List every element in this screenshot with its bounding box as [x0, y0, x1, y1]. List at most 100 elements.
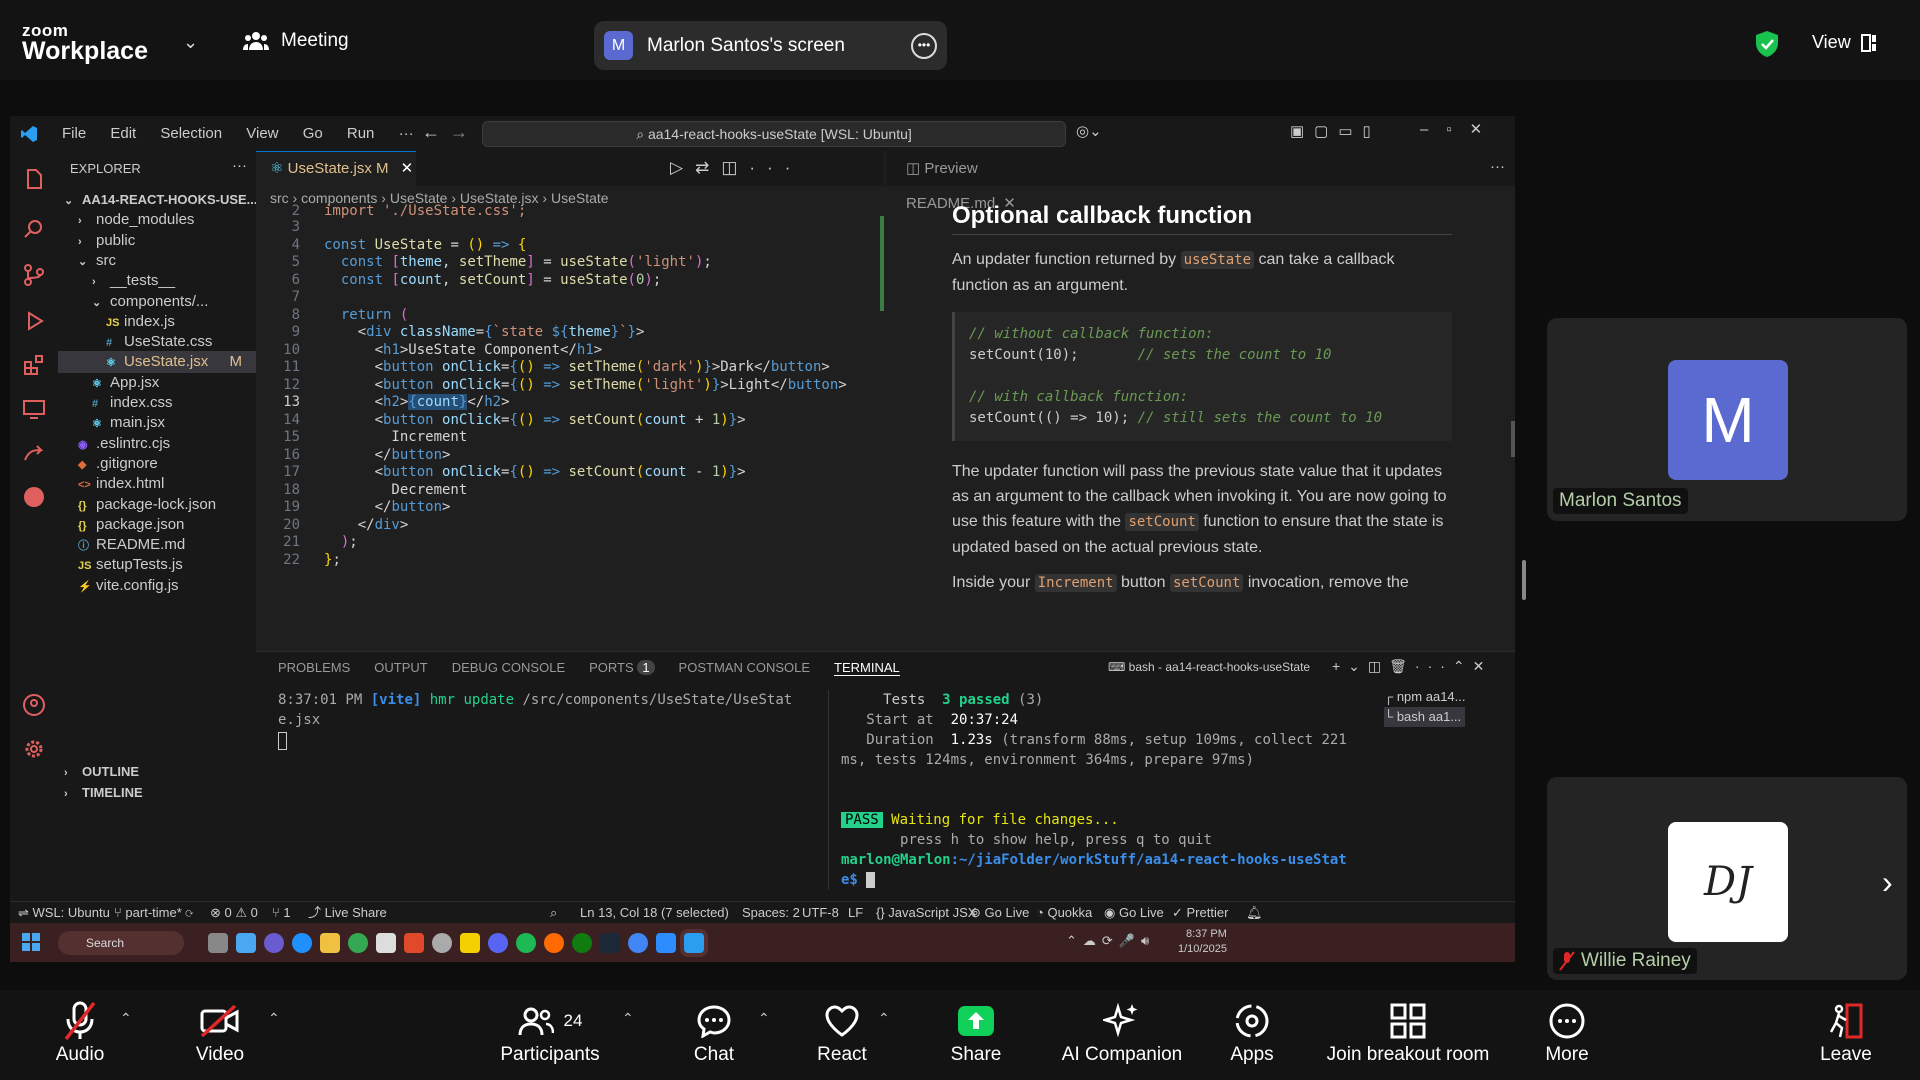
chrome-icon[interactable]: [348, 933, 368, 953]
brave-icon[interactable]: [544, 933, 564, 953]
file-tree-item[interactable]: {} package.json: [58, 514, 256, 536]
file-tree-item[interactable]: ⚡ vite.config.js: [58, 575, 256, 597]
store-icon[interactable]: [376, 933, 396, 953]
menu-more[interactable]: ···: [399, 125, 414, 142]
clock[interactable]: 8:37 PM 1/10/2025: [1178, 927, 1227, 957]
go-live-button-2[interactable]: ◉ Go Live: [1104, 902, 1164, 924]
spotify-icon[interactable]: [516, 933, 536, 953]
terminal-list-item[interactable]: ┌ npm aa14...: [1384, 687, 1465, 707]
audio-options-caret-icon[interactable]: ⌃: [120, 1010, 132, 1027]
react-options-caret-icon[interactable]: ⌃: [878, 1010, 890, 1027]
file-tree-item[interactable]: JS setupTests.js: [58, 554, 256, 576]
react-button[interactable]: React: [802, 998, 882, 1066]
teams-icon[interactable]: [264, 933, 284, 953]
terminal-vite-output[interactable]: 8:37:01 PM [vite] hmr update /src/compon…: [278, 690, 798, 750]
terminal-actions-icon[interactable]: +⌄◫🗑···⌃✕: [1332, 658, 1492, 675]
branch-indicator[interactable]: ⑂ part-time* ⟳: [114, 902, 193, 924]
close-icon[interactable]: ✕: [401, 160, 414, 177]
copilot-icon[interactable]: ◎⌄: [1076, 122, 1102, 140]
menu-go[interactable]: Go: [303, 125, 323, 142]
file-tree-item[interactable]: ⌄ AA14-REACT-HOOKS-USE...: [58, 189, 258, 211]
menu-selection[interactable]: Selection: [160, 125, 222, 142]
chat-button[interactable]: Chat: [674, 998, 754, 1066]
task-view-icon[interactable]: [208, 933, 228, 953]
taskbar-search[interactable]: Search: [58, 931, 184, 955]
menu-file[interactable]: File: [62, 125, 86, 142]
settings-icon[interactable]: [432, 933, 452, 953]
video-options-caret-icon[interactable]: ⌃: [268, 1010, 280, 1027]
prettier-button[interactable]: ✓ Prettier: [1172, 902, 1228, 924]
file-tree-item[interactable]: # UseState.css: [58, 331, 256, 353]
postman-icon[interactable]: [22, 485, 46, 509]
tab-ports[interactable]: PORTS 1: [589, 660, 655, 676]
vscode-app-icon[interactable]: [684, 933, 704, 953]
back-arrow-icon[interactable]: ←: [422, 122, 440, 143]
more-actions-icon[interactable]: ···: [232, 157, 247, 174]
security-shield-icon[interactable]: [1754, 30, 1780, 58]
tab-preview-readme[interactable]: ◫ Preview README.md ✕: [886, 151, 1046, 212]
more-button[interactable]: More: [1527, 998, 1607, 1066]
zoom-workplace-logo[interactable]: zoom Workplace: [22, 22, 148, 64]
search-icon[interactable]: [22, 217, 46, 241]
bell-icon[interactable]: 🔔︎: [1246, 902, 1263, 924]
terminal-list-item[interactable]: └ bash aa1...: [1384, 707, 1466, 727]
ports-indicator[interactable]: ⑂ 1: [272, 902, 291, 924]
sticky-notes-icon[interactable]: [460, 933, 480, 953]
problems-indicator[interactable]: ⊗ 0 ⚠ 0: [210, 902, 258, 924]
source-control-icon[interactable]: [22, 263, 46, 287]
chevron-down-icon[interactable]: ⌄: [183, 32, 198, 53]
xbox-icon[interactable]: [572, 933, 592, 953]
zoom-app-icon[interactable]: [656, 933, 676, 953]
widgets-icon[interactable]: [236, 933, 256, 953]
meeting-menu[interactable]: Meeting: [243, 30, 349, 52]
gear-icon[interactable]: [22, 737, 46, 761]
share-button[interactable]: Share: [936, 998, 1016, 1066]
app-icon[interactable]: [404, 933, 424, 953]
system-tray-icon[interactable]: ⌃☁⟳🎤🔊︎: [1066, 933, 1155, 949]
file-tree-item[interactable]: ⚛ App.jsx: [58, 372, 256, 394]
menu-run[interactable]: Run: [347, 125, 375, 142]
chat-options-caret-icon[interactable]: ⌃: [758, 1010, 770, 1027]
file-tree-item[interactable]: ◉ .eslintrc.cjs: [58, 433, 256, 455]
ai-companion-button[interactable]: AI Companion: [1060, 998, 1184, 1066]
file-tree-item[interactable]: › public: [58, 230, 256, 252]
participants-button[interactable]: 24 Participants: [490, 998, 610, 1066]
language-mode[interactable]: {} JavaScript JSX: [876, 902, 976, 924]
layout-controls-icon[interactable]: ▣▢▭▯: [1290, 122, 1381, 140]
tab-postman-console[interactable]: POSTMAN CONSOLE: [679, 660, 810, 676]
file-tree-item[interactable]: ⌄ components/...: [58, 291, 256, 313]
run-debug-icon[interactable]: [22, 309, 46, 333]
window-controls-icon[interactable]: –▫✕: [1420, 120, 1500, 138]
discord-icon[interactable]: [488, 933, 508, 953]
terminal-title[interactable]: ⌨ bash - aa14-react-hooks-useState: [1108, 660, 1310, 674]
remote-explorer-icon[interactable]: [22, 397, 46, 421]
quokka-button[interactable]: ◔ Quokka: [1036, 902, 1092, 924]
file-tree-item[interactable]: ⚛ UseState.jsx M: [58, 351, 256, 374]
terminal-test-output[interactable]: Tests 3 passed (3) Start at 20:37:24 Dur…: [841, 690, 1371, 890]
menu-view[interactable]: View: [246, 125, 278, 142]
file-explorer-icon[interactable]: [320, 933, 340, 953]
participant-tile[interactable]: DJ Willie Rainey: [1547, 777, 1907, 980]
forward-arrow-icon[interactable]: →: [450, 122, 468, 143]
next-page-arrow-icon[interactable]: ›: [1882, 864, 1893, 901]
chrome-icon-2[interactable]: [628, 933, 648, 953]
edge-icon[interactable]: [292, 933, 312, 953]
live-share-button[interactable]: ⤴ Live Share: [308, 902, 387, 924]
file-tree-item[interactable]: › __tests__: [58, 270, 256, 292]
video-button[interactable]: Video: [180, 998, 260, 1066]
indentation[interactable]: Spaces: 2: [742, 902, 800, 924]
scrollbar-thumb[interactable]: [1511, 421, 1515, 457]
file-tree-item[interactable]: ⓘ README.md: [58, 534, 256, 556]
go-live-button[interactable]: ⊚ Go Live: [970, 902, 1029, 924]
split-divider[interactable]: [828, 690, 829, 890]
file-tree-item[interactable]: <> index.html: [58, 473, 256, 495]
participants-options-caret-icon[interactable]: ⌃: [622, 1010, 634, 1027]
tab-output[interactable]: OUTPUT: [374, 660, 427, 676]
outline-section[interactable]: › OUTLINE: [58, 761, 256, 783]
explorer-icon[interactable]: [22, 167, 46, 191]
file-tree-item[interactable]: {} package-lock.json: [58, 494, 256, 516]
menu-edit[interactable]: Edit: [110, 125, 136, 142]
file-tree-item[interactable]: › node_modules: [58, 209, 256, 231]
apps-button[interactable]: Apps: [1212, 998, 1292, 1066]
command-center[interactable]: ⌕ aa14-react-hooks-useState [WSL: Ubuntu…: [482, 121, 1066, 147]
